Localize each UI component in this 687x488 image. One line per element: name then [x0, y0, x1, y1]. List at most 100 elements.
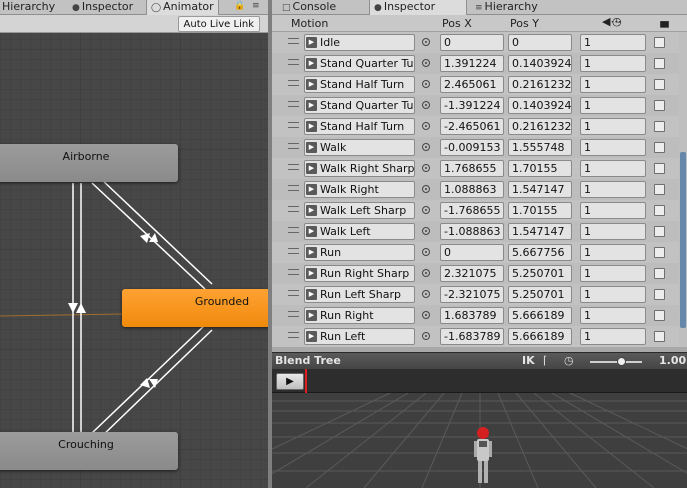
state-airborne[interactable]: Airborne — [0, 144, 178, 182]
drag-handle-icon[interactable] — [288, 185, 299, 191]
pos-x-field[interactable]: 2.321075 — [440, 265, 504, 282]
motion-field[interactable]: ▶ Run Right Sharp — [304, 265, 415, 282]
pos-x-field[interactable]: -1.768655 — [440, 202, 504, 219]
pos-x-field[interactable]: 2.465061 — [440, 76, 504, 93]
motion-row[interactable]: ▶ Run 0 5.667756 1 — [272, 242, 679, 263]
motion-field[interactable]: ▶ Idle — [304, 34, 415, 51]
pos-y-field[interactable]: 5.666189 — [508, 328, 572, 345]
object-picker-icon[interactable] — [422, 122, 430, 130]
motion-field[interactable]: ▶ Stand Quarter Turn — [304, 97, 415, 114]
state-crouching[interactable]: Crouching — [0, 432, 178, 470]
state-grounded[interactable]: Grounded — [122, 289, 268, 327]
pos-y-field[interactable]: 0.1403924 — [508, 97, 572, 114]
drag-handle-icon[interactable] — [288, 290, 299, 296]
preview-timeline[interactable]: ▶ — [272, 369, 687, 393]
drag-handle-icon[interactable] — [288, 38, 299, 44]
pos-x-field[interactable]: -1.683789 — [440, 328, 504, 345]
object-picker-icon[interactable] — [422, 143, 430, 151]
motion-list-scrollbar[interactable] — [679, 32, 687, 347]
mirror-checkbox[interactable] — [654, 289, 665, 300]
speed-field[interactable]: 1 — [580, 244, 646, 261]
speed-field[interactable]: 1 — [580, 202, 646, 219]
mirror-checkbox[interactable] — [654, 331, 665, 342]
drag-handle-icon[interactable] — [288, 269, 299, 275]
menu-icon[interactable]: ≡ — [252, 1, 260, 11]
motion-field[interactable]: ▶ Walk Right Sharp — [304, 160, 415, 177]
object-picker-icon[interactable] — [422, 38, 430, 46]
pos-x-field[interactable]: 1.683789 — [440, 307, 504, 324]
object-picker-icon[interactable] — [422, 101, 430, 109]
pos-x-field[interactable]: 1.768655 — [440, 160, 504, 177]
pos-y-field[interactable]: 0.2161232 — [508, 118, 572, 135]
drag-handle-icon[interactable] — [288, 164, 299, 170]
drag-handle-icon[interactable] — [288, 206, 299, 212]
pos-y-field[interactable]: 0.2161232 — [508, 76, 572, 93]
object-picker-icon[interactable] — [422, 164, 430, 172]
speed-field[interactable]: 1 — [580, 328, 646, 345]
pos-x-field[interactable]: -0.009153 — [440, 139, 504, 156]
pos-x-field[interactable]: -1.088863 — [440, 223, 504, 240]
motion-row[interactable]: ▶ Stand Half Turn 2.465061 0.2161232 1 — [272, 74, 679, 95]
mirror-checkbox[interactable] — [654, 310, 665, 321]
mirror-checkbox[interactable] — [654, 37, 665, 48]
motion-field[interactable]: ▶ Walk Right — [304, 181, 415, 198]
object-picker-icon[interactable] — [422, 311, 430, 319]
mirror-checkbox[interactable] — [654, 163, 665, 174]
tab-console[interactable]: □ Console — [278, 0, 340, 15]
pos-y-field[interactable]: 5.250701 — [508, 265, 572, 282]
pos-x-field[interactable]: 0 — [440, 244, 504, 261]
motion-row[interactable]: ▶ Run Left Sharp -2.321075 5.250701 1 — [272, 284, 679, 305]
tab-animator[interactable]: ◯ Animator — [146, 0, 219, 15]
object-picker-icon[interactable] — [422, 59, 430, 67]
pos-y-field[interactable]: 0.1403924 — [508, 55, 572, 72]
speed-field[interactable]: 1 — [580, 118, 646, 135]
motion-row[interactable]: ▶ Walk Left Sharp -1.768655 1.70155 1 — [272, 200, 679, 221]
speed-field[interactable]: 1 — [580, 55, 646, 72]
tab-inspector[interactable]: ● Inspector — [369, 0, 467, 15]
motion-field[interactable]: ▶ Stand Half Turn — [304, 76, 415, 93]
drag-handle-icon[interactable] — [288, 143, 299, 149]
drag-handle-icon[interactable] — [288, 248, 299, 254]
pos-y-field[interactable]: 5.667756 — [508, 244, 572, 261]
speed-field[interactable]: 1 — [580, 265, 646, 282]
pos-y-field[interactable]: 1.547147 — [508, 181, 572, 198]
playhead[interactable] — [305, 369, 307, 393]
pos-y-field[interactable]: 5.666189 — [508, 307, 572, 324]
motion-row[interactable]: ▶ Walk Right Sharp 1.768655 1.70155 1 — [272, 158, 679, 179]
motion-row[interactable]: ▶ Walk Left -1.088863 1.547147 1 — [272, 221, 679, 242]
mirror-checkbox[interactable] — [654, 205, 665, 216]
motion-field[interactable]: ▶ Run — [304, 244, 415, 261]
motion-row[interactable]: ▶ Stand Quarter Turn -1.391224 0.1403924 1 — [272, 95, 679, 116]
motion-row[interactable]: ▶ Run Left -1.683789 5.666189 1 — [272, 326, 679, 347]
motion-row[interactable]: ▶ Stand Quarter Turn 1.391224 0.1403924 1 — [272, 53, 679, 74]
motion-row[interactable]: ▶ Stand Half Turn -2.465061 0.2161232 1 — [272, 116, 679, 137]
motion-field[interactable]: ▶ Stand Half Turn — [304, 118, 415, 135]
motion-field[interactable]: ▶ Walk — [304, 139, 415, 156]
preview-viewport[interactable] — [272, 393, 687, 488]
mirror-checkbox[interactable] — [654, 58, 665, 69]
motion-field[interactable]: ▶ Run Left Sharp — [304, 286, 415, 303]
speed-field[interactable]: 1 — [580, 97, 646, 114]
mirror-checkbox[interactable] — [654, 100, 665, 111]
object-picker-icon[interactable] — [422, 332, 430, 340]
motion-field[interactable]: ▶ Run Right — [304, 307, 415, 324]
object-picker-icon[interactable] — [422, 269, 430, 277]
speed-field[interactable]: 1 — [580, 160, 646, 177]
pos-y-field[interactable]: 0 — [508, 34, 572, 51]
speed-field[interactable]: 1 — [580, 307, 646, 324]
pos-x-field[interactable]: -2.321075 — [440, 286, 504, 303]
motion-row[interactable]: ▶ Run Right Sharp 2.321075 5.250701 1 — [272, 263, 679, 284]
preview-speed-slider[interactable] — [590, 361, 642, 363]
tab-hierarchy-left[interactable]: Hierarchy — [0, 0, 59, 15]
mirror-checkbox[interactable] — [654, 184, 665, 195]
pos-y-field[interactable]: 1.70155 — [508, 160, 572, 177]
motion-field[interactable]: ▶ Run Left — [304, 328, 415, 345]
motion-field[interactable]: ▶ Walk Left Sharp — [304, 202, 415, 219]
tab-inspector-left[interactable]: ● Inspector — [68, 0, 137, 15]
pos-y-field[interactable]: 1.555748 — [508, 139, 572, 156]
motion-row[interactable]: ▶ Run Right 1.683789 5.666189 1 — [272, 305, 679, 326]
speed-field[interactable]: 1 — [580, 76, 646, 93]
preview-speed-knob[interactable] — [617, 357, 626, 366]
object-picker-icon[interactable] — [422, 227, 430, 235]
mirror-checkbox[interactable] — [654, 268, 665, 279]
